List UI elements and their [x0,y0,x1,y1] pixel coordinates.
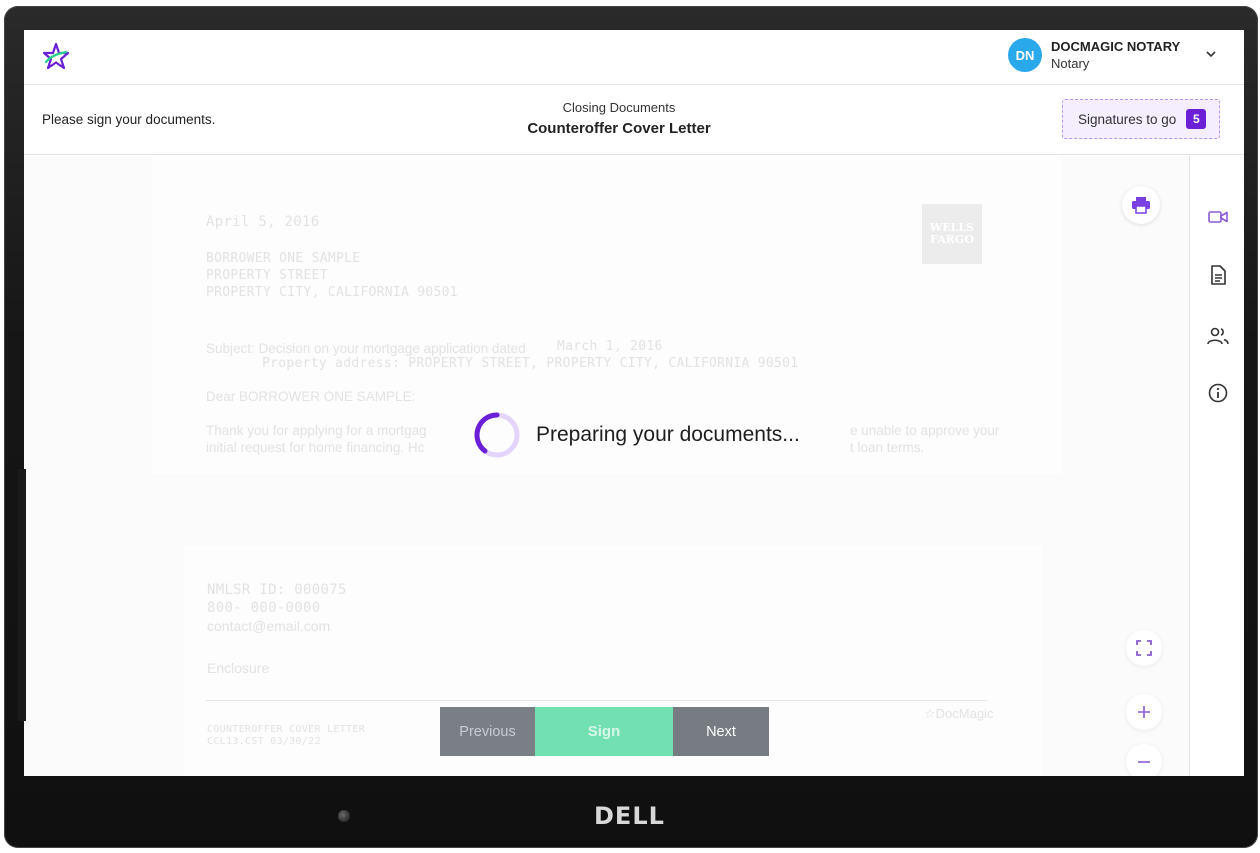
zoom-in-button[interactable] [1126,694,1162,730]
previous-button[interactable]: Previous [440,707,535,756]
video-icon [1208,211,1228,223]
loading-text: Preparing your documents... [536,423,800,446]
document-title: Counteroffer Cover Letter [527,120,711,137]
body-text: e unable to approve your [850,423,1000,438]
next-button[interactable]: Next [673,707,769,756]
fullscreen-button[interactable] [1126,630,1162,666]
app-screen: DN DOCMAGIC NOTARY Notary Please sign yo… [24,30,1244,776]
subject-line: Subject: Decision on your mortgage appli… [206,341,526,356]
document-header: Please sign your documents. Closing Docu… [24,85,1244,155]
user-name: DOCMAGIC NOTARY [1051,39,1181,54]
screen-edge [18,469,26,721]
zoom-out-icon [1138,761,1150,763]
sign-button[interactable]: Sign [535,707,673,756]
signing-navigation: Previous Sign Next [440,707,769,756]
instruction-text: Please sign your documents. [42,112,216,127]
video-button[interactable] [1207,206,1229,228]
avatar: DN [1008,38,1042,72]
document-icon [1211,265,1226,285]
participants-button[interactable] [1207,325,1229,347]
zoom-in-icon [1138,706,1150,718]
webcam [338,810,350,822]
body-text: t loan terms. [850,440,925,455]
bank-logo: WELLS FARGO [922,204,982,264]
footer-title: COUNTEROFFER COVER LETTER [207,724,366,735]
subject-date: March 1, 2016 [557,339,663,354]
enclosure-text: Enclosure [207,660,270,676]
user-menu[interactable]: DN DOCMAGIC NOTARY Notary [1008,38,1180,72]
info-button[interactable] [1207,382,1229,404]
document-category: Closing Documents [562,100,676,115]
chevron-down-icon[interactable] [1204,47,1218,61]
footer-code: CCL13.CST 03/30/22 [207,736,321,747]
docmagic-watermark: ☆DocMagic [924,706,994,721]
address-line: PROPERTY STREET [206,268,328,283]
spinner-icon [474,412,520,458]
right-sidebar [1189,156,1244,776]
documents-button[interactable] [1207,264,1229,286]
nmlsr-id: NMLSR ID: 000075 [207,582,347,598]
body-text: initial request for home financing. Hc [206,440,425,455]
monitor-brand-logo: DELL [594,802,665,830]
info-icon [1208,383,1228,403]
monitor-bezel: DN DOCMAGIC NOTARY Notary Please sign yo… [4,6,1258,848]
participants-icon [1207,327,1229,345]
fullscreen-icon [1136,640,1152,656]
address-line: PROPERTY CITY, CALIFORNIA 90501 [206,285,458,300]
top-app-bar: DN DOCMAGIC NOTARY Notary [24,30,1244,85]
loading-indicator: Preparing your documents... [472,410,800,460]
document-heading: Closing Documents Counteroffer Cover Let… [464,100,774,137]
signatures-label: Signatures to go [1078,111,1177,127]
address-line: BORROWER ONE SAMPLE [206,251,361,266]
document-viewer[interactable]: April 5, 2016 BORROWER ONE SAMPLE PROPER… [24,156,1189,776]
print-button[interactable] [1122,186,1160,224]
greeting: Dear BORROWER ONE SAMPLE: [206,389,416,404]
letter-date: April 5, 2016 [206,214,320,230]
print-icon [1132,197,1150,214]
contact-phone: 800- 000-0000 [207,600,321,616]
user-role: Notary [1051,56,1090,71]
signatures-count-badge: 5 [1186,109,1207,129]
footer-divider [206,700,988,701]
property-line: Property address: PROPERTY STREET, PROPE… [262,356,799,371]
star-logo-icon[interactable] [42,42,70,70]
signatures-to-go[interactable]: Signatures to go 5 [1062,99,1220,139]
zoom-out-button[interactable] [1126,744,1162,776]
body-text: Thank you for applying for a mortgag [206,423,427,438]
contact-email: contact@email.com [207,618,331,634]
